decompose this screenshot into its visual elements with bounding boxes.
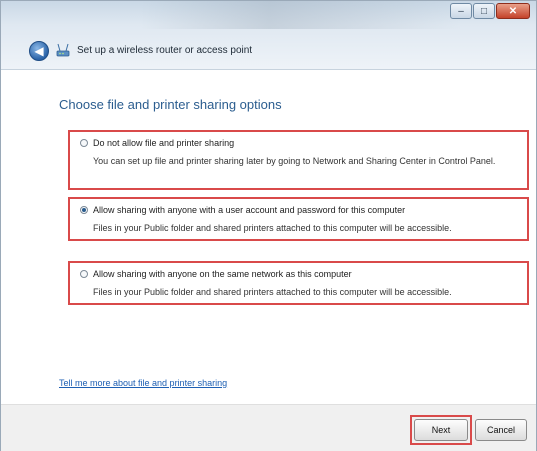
network-setup-icon bbox=[55, 42, 71, 58]
wizard-footer: Next Cancel bbox=[1, 404, 536, 451]
option-description: Files in your Public folder and shared p… bbox=[93, 223, 452, 233]
option-label: Do not allow file and printer sharing bbox=[93, 138, 235, 148]
option-row[interactable]: Do not allow file and printer sharing bbox=[80, 138, 519, 148]
wizard-content: Choose file and printer sharing options … bbox=[1, 70, 536, 404]
option-password-sharing[interactable]: Allow sharing with anyone with a user ac… bbox=[68, 197, 529, 241]
option-row[interactable]: Allow sharing with anyone with a user ac… bbox=[80, 205, 519, 215]
window-controls: – □ ✕ bbox=[450, 3, 530, 19]
help-link[interactable]: Tell me more about file and printer shar… bbox=[59, 378, 227, 388]
maximize-button[interactable]: □ bbox=[473, 3, 495, 19]
radio-button[interactable] bbox=[80, 270, 88, 278]
option-label: Allow sharing with anyone on the same ne… bbox=[93, 269, 352, 279]
radio-button[interactable] bbox=[80, 139, 88, 147]
option-no-sharing[interactable]: Do not allow file and printer sharing Yo… bbox=[68, 130, 529, 190]
page-title: Choose file and printer sharing options bbox=[59, 97, 282, 112]
option-description: Files in your Public folder and shared p… bbox=[93, 287, 452, 297]
back-arrow-icon[interactable]: ◀ bbox=[29, 41, 49, 61]
minimize-button[interactable]: – bbox=[450, 3, 472, 19]
radio-button-selected[interactable] bbox=[80, 206, 88, 214]
close-button[interactable]: ✕ bbox=[496, 3, 530, 19]
next-button[interactable]: Next bbox=[414, 419, 468, 441]
title-bar[interactable]: – □ ✕ ◀ Set up a wireless router or acce… bbox=[1, 1, 536, 70]
option-label: Allow sharing with anyone with a user ac… bbox=[93, 205, 406, 215]
option-row[interactable]: Allow sharing with anyone on the same ne… bbox=[80, 269, 519, 279]
cancel-button[interactable]: Cancel bbox=[475, 419, 527, 441]
title-bar-glass bbox=[141, 1, 461, 29]
option-network-sharing[interactable]: Allow sharing with anyone on the same ne… bbox=[68, 261, 529, 305]
window-title: Set up a wireless router or access point bbox=[77, 45, 253, 56]
option-description: You can set up file and printer sharing … bbox=[93, 156, 496, 166]
wizard-window: – □ ✕ ◀ Set up a wireless router or acce… bbox=[0, 0, 537, 451]
